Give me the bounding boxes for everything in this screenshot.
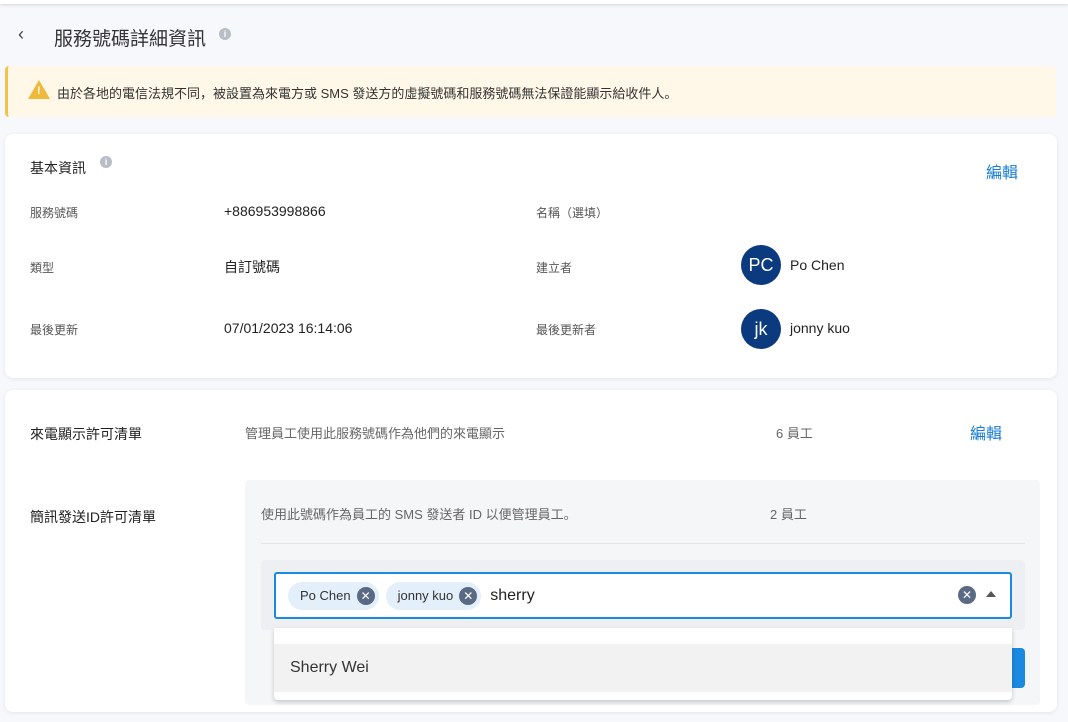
sms-id-count: 2 員工 (770, 507, 807, 522)
chip-label: jonny kuo (397, 588, 454, 603)
search-input[interactable]: sherry (490, 587, 534, 605)
remove-chip-icon[interactable]: ✕ (459, 586, 478, 605)
label: 服務號碼 (30, 206, 79, 220)
option-sherry-wei[interactable]: Sherry Wei (274, 644, 1012, 692)
save-button[interactable] (1010, 648, 1025, 688)
label: 建立者 (536, 261, 573, 275)
warning-text: 由於各地的電信法規不同，被設置為來電方或 SMS 發送方的虛擬號碼和服務號碼無法… (57, 86, 678, 101)
edit-basic-button[interactable]: 編輯 (986, 159, 1018, 183)
creator-name: Po Chen (790, 257, 845, 273)
sms-id-label: 簡訊發送ID許可清單 (30, 509, 156, 525)
divider (261, 543, 1025, 544)
caller-id-count: 6 員工 (776, 426, 813, 441)
warning-icon: ! (28, 80, 50, 99)
updater-name: jonny kuo (790, 320, 850, 336)
edit-caller-id-button[interactable]: 編輯 (970, 420, 1002, 444)
label: 名稱（選填） (536, 206, 609, 220)
warning-banner: ! 由於各地的電信法規不同，被設置為來電方或 SMS 發送方的虛擬號碼和服務號碼… (5, 66, 1056, 117)
label: 類型 (30, 261, 55, 275)
back-button[interactable]: ‹ (18, 24, 24, 45)
caller-id-desc: 管理員工使用此服務號碼作為他們的來電顯示 (245, 426, 506, 441)
info-icon[interactable]: i (219, 28, 231, 40)
sms-id-desc: 使用此號碼作為員工的 SMS 發送者 ID 以便管理員工。 (261, 507, 577, 522)
caret-up-icon[interactable] (986, 591, 996, 597)
section-title: 基本資訊 (30, 160, 86, 176)
type-value: 自訂號碼 (224, 259, 280, 275)
chip-po-chen: Po Chen ✕ (288, 581, 379, 610)
updated-value: 07/01/2023 16:14:06 (224, 320, 353, 336)
label: 最後更新 (30, 323, 79, 337)
chip-jonny-kuo: jonny kuo ✕ (385, 581, 482, 610)
page-title: 服務號碼詳細資訊 (54, 29, 207, 50)
avatar: PC (741, 245, 781, 285)
clear-icon[interactable]: ✕ (958, 586, 976, 604)
dropdown-menu: Sherry Wei (274, 628, 1012, 700)
caller-id-label: 來電顯示許可清單 (30, 426, 142, 442)
avatar: jk (741, 309, 781, 349)
basic-info-card: 基本資訊 i 編輯 服務號碼 +886953998866 名稱（選填） 類型 自… (5, 134, 1057, 378)
chip-label: Po Chen (300, 588, 351, 603)
service-number: +886953998866 (224, 203, 326, 219)
top-bar (0, 0, 1068, 4)
employee-multiselect[interactable]: Po Chen ✕ jonny kuo ✕ sherry ✕ (274, 572, 1012, 619)
label: 最後更新者 (536, 323, 597, 337)
info-icon[interactable]: i (100, 156, 112, 168)
remove-chip-icon[interactable]: ✕ (356, 586, 375, 605)
